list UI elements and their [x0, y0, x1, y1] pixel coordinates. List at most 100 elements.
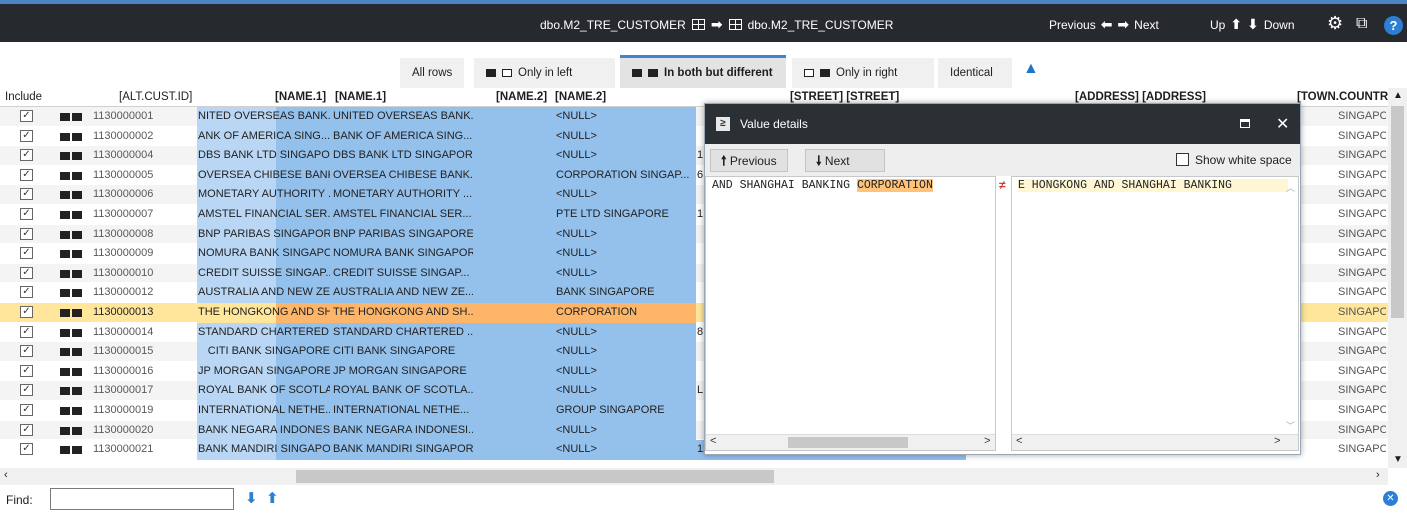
header-include[interactable]: Include	[5, 91, 42, 103]
name1-right-cell: AUSTRALIA AND NEW ZE...	[333, 286, 473, 299]
alt-cust-id-cell: 1130000016	[93, 364, 154, 377]
include-checkbox[interactable]: ✓	[20, 129, 33, 142]
include-checkbox[interactable]: ✓	[20, 188, 33, 201]
alt-cust-id-cell: 1130000019	[93, 403, 154, 416]
scroll-left-icon[interactable]: <	[1016, 436, 1023, 448]
tab-both-different[interactable]: In both but different	[620, 55, 786, 88]
name1-left-cell: INTERNATIONAL NETHE...	[198, 403, 330, 416]
down-button[interactable]: Down	[1264, 18, 1295, 32]
both-sides-icon	[60, 269, 84, 281]
tab-identical[interactable]: Identical	[938, 58, 1012, 88]
town-cell: SINGAPO	[1338, 247, 1386, 260]
include-checkbox[interactable]: ✓	[20, 325, 33, 338]
show-white-space-label: Show white space	[1195, 153, 1292, 167]
value-previous-button[interactable]: 🠕 Previous	[710, 149, 788, 172]
value-next-button[interactable]: 🠗 Next	[805, 149, 885, 172]
scroll-right-icon[interactable]: >	[984, 436, 991, 448]
header-name2-left[interactable]: [NAME.2]	[496, 91, 547, 103]
up-button[interactable]: Up	[1210, 18, 1225, 32]
empty-square-icon	[804, 69, 814, 77]
tab-only-in-left[interactable]: Only in left	[474, 58, 615, 88]
scrollbar-thumb[interactable]	[1391, 106, 1404, 318]
show-white-space-checkbox[interactable]	[1176, 153, 1189, 166]
right-pane-scrollbar[interactable]: < >	[1012, 434, 1298, 450]
town-cell: SINGAPO	[1338, 325, 1386, 338]
alt-cust-id-cell: 1130000010	[93, 266, 154, 279]
scroll-left-icon[interactable]: <	[710, 436, 717, 448]
find-input[interactable]	[50, 488, 234, 510]
changed-cell-bg	[474, 361, 551, 382]
include-checkbox[interactable]: ✓	[20, 345, 33, 358]
header-town[interactable]: [TOWN.COUNTR	[1297, 91, 1388, 103]
header-street[interactable]: [STREET] [STREET]	[790, 91, 899, 103]
close-icon[interactable]: ✕	[1276, 114, 1289, 134]
include-checkbox[interactable]: ✓	[20, 227, 33, 240]
tab-only-in-right[interactable]: Only in right	[792, 58, 934, 88]
tab-all-rows[interactable]: All rows	[400, 58, 465, 88]
arrow-up-icon[interactable]: ⬆	[1230, 16, 1242, 33]
town-cell: SINGAPO	[1338, 129, 1386, 142]
scroll-right-icon[interactable]: >	[1274, 436, 1281, 448]
changed-cell-bg	[474, 126, 551, 147]
scrollbar-thumb[interactable]	[788, 437, 908, 448]
header-name2-right[interactable]: [NAME.2]	[555, 91, 606, 103]
include-checkbox[interactable]: ✓	[20, 423, 33, 436]
name2-right-cell: <NULL>	[556, 423, 597, 436]
arrow-right-icon[interactable]: ➡	[1117, 16, 1129, 33]
help-icon[interactable]: ?	[1384, 16, 1403, 35]
vertical-scrollbar[interactable]: ▲ ▼	[1388, 88, 1407, 468]
header-name1-right[interactable]: [NAME.1]	[335, 91, 386, 103]
left-value-pane[interactable]: AND SHANGHAI BANKING CORPORATION < >	[705, 176, 996, 451]
scroll-down-icon[interactable]: ﹀	[1286, 419, 1295, 432]
scroll-right-icon[interactable]: ›	[1376, 469, 1380, 481]
scroll-left-icon[interactable]: ‹	[4, 469, 8, 481]
include-checkbox[interactable]: ✓	[20, 247, 33, 260]
gear-icon[interactable]: ⚙	[1327, 13, 1343, 34]
maximize-icon[interactable]	[1240, 119, 1250, 128]
arrow-down-icon[interactable]: ⬇	[1247, 16, 1259, 33]
right-value-pane[interactable]: E HONGKONG AND SHANGHAI BANKING ︿ ﹀ < >	[1011, 176, 1299, 451]
changed-cell-bg	[474, 381, 551, 401]
include-checkbox[interactable]: ✓	[20, 149, 33, 162]
include-checkbox[interactable]: ✓	[20, 207, 33, 220]
changed-cell-bg	[474, 283, 551, 303]
include-checkbox[interactable]: ✓	[20, 110, 33, 122]
find-next-icon[interactable]: ⬇	[245, 489, 258, 507]
popout-icon[interactable]: ⧉	[1356, 15, 1367, 33]
left-square-icon	[632, 69, 642, 77]
scrollbar-thumb[interactable]	[296, 470, 774, 483]
name1-right-cell: JP MORGAN SINGAPORE	[333, 364, 467, 377]
include-checkbox[interactable]: ✓	[20, 443, 33, 456]
next-button[interactable]: Next	[1134, 18, 1159, 32]
warning-icon[interactable]: ▲	[1023, 60, 1039, 78]
left-pane-scrollbar[interactable]: < >	[706, 434, 995, 450]
scroll-down-icon[interactable]: ▼	[1393, 454, 1403, 465]
include-checkbox[interactable]: ✓	[20, 403, 33, 416]
include-checkbox[interactable]: ✓	[20, 384, 33, 397]
find-bar: Find: ⬇ ⬆ ✕	[0, 487, 1407, 513]
name1-left-cell: STANDARD CHARTERED ...	[198, 325, 330, 338]
dialog-title: Value details	[740, 117, 808, 131]
arrow-left-icon[interactable]: ⬅	[1101, 16, 1113, 33]
include-checkbox[interactable]: ✓	[20, 305, 33, 318]
button-label: Previous	[729, 154, 777, 168]
header-address[interactable]: [ADDRESS] [ADDRESS]	[1075, 91, 1206, 103]
include-checkbox[interactable]: ✓	[20, 364, 33, 377]
include-checkbox[interactable]: ✓	[20, 266, 33, 279]
horizontal-scrollbar[interactable]: ‹ ›	[0, 468, 1388, 485]
find-previous-icon[interactable]: ⬆	[266, 489, 279, 507]
header-alt-cust-id[interactable]: [ALT.CUST.ID]	[119, 91, 192, 103]
include-checkbox[interactable]: ✓	[20, 168, 33, 181]
scroll-up-icon[interactable]: ︿	[1286, 181, 1295, 194]
right-square-icon	[648, 69, 658, 77]
previous-button[interactable]: Previous	[1049, 18, 1096, 32]
name1-left-cell: DBS BANK LTD SINGAPORE	[198, 149, 330, 162]
header-name1-left[interactable]: [NAME.1]	[275, 91, 326, 103]
name2-right-cell: <NULL>	[556, 364, 597, 377]
close-find-icon[interactable]: ✕	[1383, 491, 1398, 506]
scroll-up-icon[interactable]: ▲	[1393, 90, 1403, 101]
name1-left-cell: NOMURA BANK SINGAPORE	[198, 247, 330, 260]
include-checkbox[interactable]: ✓	[20, 286, 33, 299]
town-cell: SINGAPO	[1338, 110, 1386, 122]
right-square-icon	[820, 69, 830, 77]
